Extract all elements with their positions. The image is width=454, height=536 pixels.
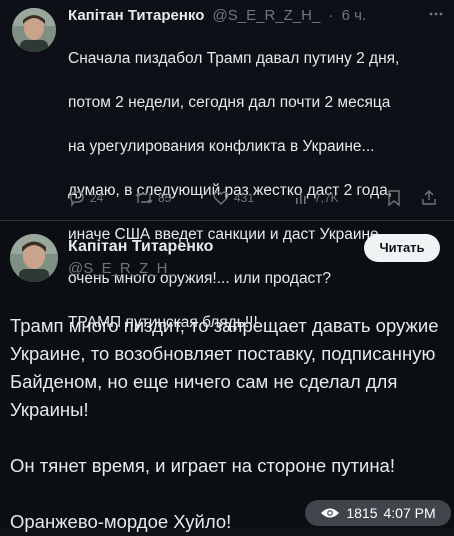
divider	[0, 220, 454, 221]
tweet-paragraph: Он тянет время, и играет на стороне пути…	[10, 455, 395, 476]
tweet-paragraph: Трамп много пиздит, то запрещает давать …	[10, 315, 439, 420]
reply-button[interactable]: 24	[68, 188, 103, 208]
bookmark-button[interactable]	[386, 188, 402, 208]
avatar[interactable]	[10, 234, 58, 282]
like-button[interactable]: 431	[212, 188, 254, 208]
author-handle[interactable]: @S_E_R_Z_H_	[213, 7, 321, 24]
tweet-1-actions: 24 85 431 7,7K	[68, 188, 446, 208]
author-handle[interactable]: @S_E_R_Z_H_	[68, 260, 176, 277]
author-name[interactable]: Капітан Титаренко	[68, 238, 213, 256]
tweet-1-header: Капітан Титаренко @S_E_R_Z_H_ · 6 ч.	[68, 6, 424, 26]
retweet-button[interactable]: 85	[134, 188, 171, 208]
text-line: потом 2 недели, сегодня дал почти 2 меся…	[68, 94, 391, 111]
follow-button[interactable]: Читать	[364, 234, 440, 262]
reply-count: 24	[90, 191, 104, 205]
views-icon	[296, 193, 306, 204]
views-count: 7,7K	[314, 191, 339, 205]
reply-icon	[70, 191, 84, 207]
share-icon	[422, 190, 436, 205]
views-count: 1815	[346, 505, 378, 521]
views-button[interactable]: 7,7K	[294, 188, 339, 208]
message-meta-badge: 1815 4:07 PM	[305, 500, 451, 526]
share-button[interactable]	[420, 188, 438, 208]
message-time: 4:07 PM	[383, 505, 436, 521]
author-name[interactable]: Капітан Титаренко	[68, 7, 204, 24]
bookmark-icon	[388, 190, 400, 207]
more-icon[interactable]	[428, 6, 444, 25]
eye-icon	[321, 508, 340, 518]
tweet-time[interactable]: 6 ч.	[342, 7, 367, 24]
retweet-count: 85	[158, 191, 172, 205]
retweet-icon	[135, 192, 153, 204]
avatar[interactable]	[12, 8, 56, 52]
screenshot-frame: Капітан Титаренко @S_E_R_Z_H_ · 6 ч. Сна…	[0, 0, 454, 532]
tweet-1[interactable]: Капітан Титаренко @S_E_R_Z_H_ · 6 ч. Сна…	[0, 0, 454, 331]
separator-dot: ·	[328, 7, 334, 24]
like-icon	[213, 191, 229, 205]
text-line: на урегулирования конфликта в Украине...	[68, 138, 375, 155]
like-count: 431	[234, 191, 255, 205]
text-line: Сначала пиздабол Трамп давал путину 2 дн…	[68, 50, 400, 67]
